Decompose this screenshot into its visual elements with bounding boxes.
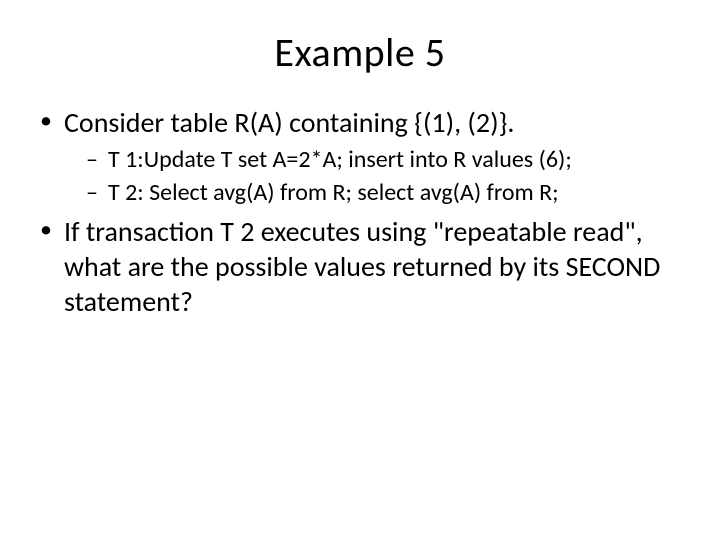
bullet-list: Consider table R(A) containing {(1), (2)… xyxy=(38,105,682,319)
bullet-item: Consider table R(A) containing {(1), (2)… xyxy=(38,105,682,208)
slide-title: Example 5 xyxy=(38,28,682,77)
bullet-text: Consider table R(A) containing {(1), (2)… xyxy=(64,105,514,140)
sub-bullet-item: T 2: Select avg(A) from R; select avg(A)… xyxy=(86,177,682,208)
slide: Example 5 Consider table R(A) containing… xyxy=(0,0,720,540)
sub-bullet-item: T 1:Update T set A=2*A; insert into R va… xyxy=(86,144,682,175)
bullet-text: If transaction T 2 executes using "repea… xyxy=(64,214,660,319)
bullet-item: If transaction T 2 executes using "repea… xyxy=(38,214,682,319)
sub-bullet-text: T 2: Select avg(A) from R; select avg(A)… xyxy=(108,178,559,207)
sub-bullet-text: T 1:Update T set A=2*A; insert into R va… xyxy=(108,145,572,174)
sub-bullet-list: T 1:Update T set A=2*A; insert into R va… xyxy=(64,144,682,208)
